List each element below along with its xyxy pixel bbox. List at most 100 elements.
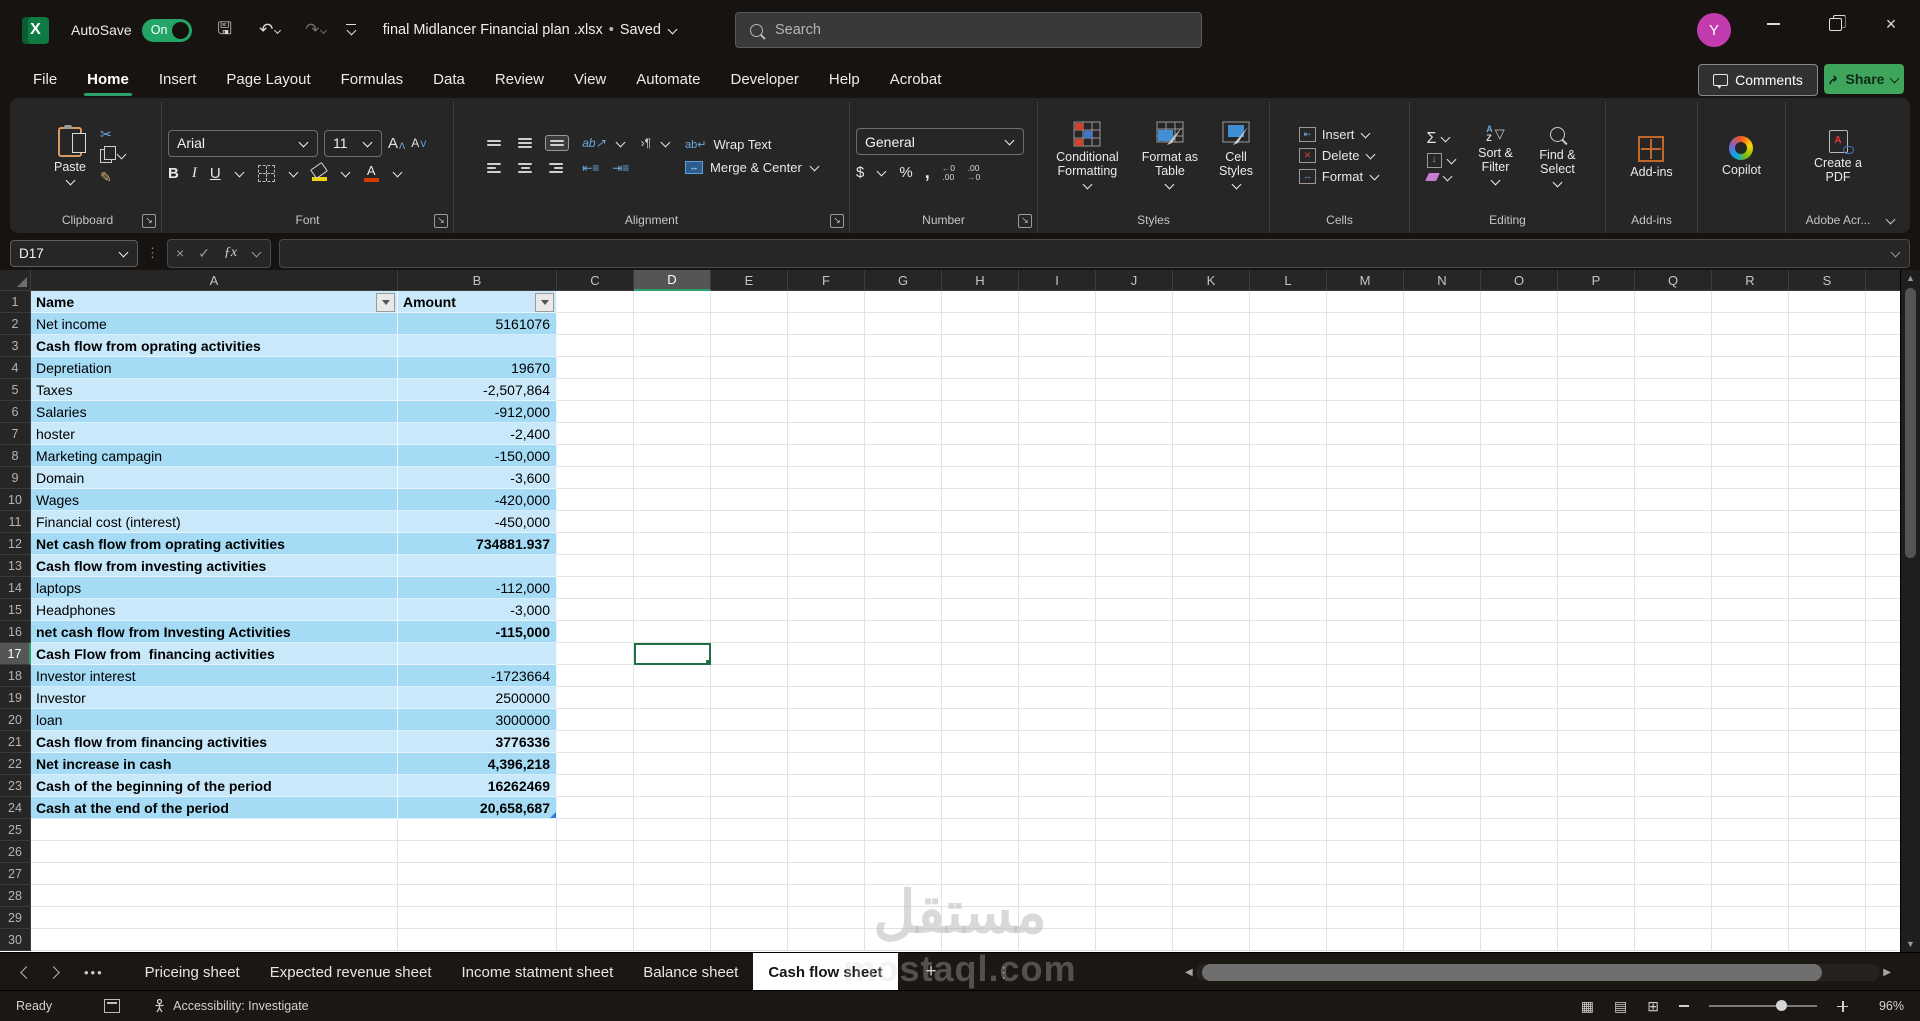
cell-D22[interactable] xyxy=(634,753,711,775)
fill-button[interactable]: ↓ xyxy=(1426,152,1457,168)
cell-L7[interactable] xyxy=(1250,423,1327,445)
row-header-10[interactable]: 10 xyxy=(0,489,31,511)
cell-J6[interactable] xyxy=(1096,401,1173,423)
cell-H11[interactable] xyxy=(942,511,1019,533)
cell-D6[interactable] xyxy=(634,401,711,423)
cell-N22[interactable] xyxy=(1404,753,1481,775)
cell-O10[interactable] xyxy=(1481,489,1558,511)
cell-R29[interactable] xyxy=(1712,907,1789,929)
cell-E24[interactable] xyxy=(711,797,788,819)
cell-D18[interactable] xyxy=(634,665,711,687)
cell-J14[interactable] xyxy=(1096,577,1173,599)
cell-H12[interactable] xyxy=(942,533,1019,555)
accessibility-status[interactable]: Accessibility: Investigate xyxy=(154,999,309,1013)
comments-button[interactable]: Comments xyxy=(1698,64,1818,96)
menu-tab-acrobat[interactable]: Acrobat xyxy=(875,60,957,98)
delete-cells-button[interactable]: ✕ Delete xyxy=(1298,148,1377,163)
cell-L15[interactable] xyxy=(1250,599,1327,621)
cell-P4[interactable] xyxy=(1558,357,1635,379)
cell-D20[interactable] xyxy=(634,709,711,731)
cell-M29[interactable] xyxy=(1327,907,1404,929)
cell-N17[interactable] xyxy=(1404,643,1481,665)
cell-I3[interactable] xyxy=(1019,335,1096,357)
autosum-button[interactable]: Σ xyxy=(1427,130,1452,148)
cell-A13[interactable]: Cash flow from investing activities xyxy=(31,555,398,577)
cell-G27[interactable] xyxy=(865,863,942,885)
cell-S30[interactable] xyxy=(1789,929,1866,951)
cell-M10[interactable] xyxy=(1327,489,1404,511)
cell-O27[interactable] xyxy=(1481,863,1558,885)
cell-P10[interactable] xyxy=(1558,489,1635,511)
cell-G17[interactable] xyxy=(865,643,942,665)
cell-partial-15[interactable] xyxy=(1866,599,1901,621)
cell-J10[interactable] xyxy=(1096,489,1173,511)
cell-partial-11[interactable] xyxy=(1866,511,1901,533)
cell-R2[interactable] xyxy=(1712,313,1789,335)
cell-partial-28[interactable] xyxy=(1866,885,1901,907)
cell-J13[interactable] xyxy=(1096,555,1173,577)
cell-E11[interactable] xyxy=(711,511,788,533)
cell-M11[interactable] xyxy=(1327,511,1404,533)
fill-color-button[interactable] xyxy=(310,161,329,181)
cell-L20[interactable] xyxy=(1250,709,1327,731)
cell-B15[interactable]: -3,000 xyxy=(398,599,557,621)
cell-A8[interactable]: Marketing campagin xyxy=(31,445,398,467)
cell-partial-14[interactable] xyxy=(1866,577,1901,599)
cell-G6[interactable] xyxy=(865,401,942,423)
cell-partial-30[interactable] xyxy=(1866,929,1901,951)
row-header-24[interactable]: 24 xyxy=(0,797,31,819)
column-header-partial[interactable] xyxy=(1866,270,1901,291)
row-header-23[interactable]: 23 xyxy=(0,775,31,797)
cell-N21[interactable] xyxy=(1404,731,1481,753)
cell-F29[interactable] xyxy=(788,907,865,929)
cell-partial-19[interactable] xyxy=(1866,687,1901,709)
cell-H24[interactable] xyxy=(942,797,1019,819)
cell-O1[interactable] xyxy=(1481,291,1558,313)
cell-A3[interactable]: Cash flow from oprating activities xyxy=(31,335,398,357)
cell-M27[interactable] xyxy=(1327,863,1404,885)
column-header-G[interactable]: G xyxy=(865,270,942,291)
cell-C4[interactable] xyxy=(557,357,634,379)
sheet-options-kebab-icon[interactable]: ⋮ xyxy=(997,964,1011,981)
cell-Q22[interactable] xyxy=(1635,753,1712,775)
cell-S18[interactable] xyxy=(1789,665,1866,687)
cell-G5[interactable] xyxy=(865,379,942,401)
cell-D26[interactable] xyxy=(634,841,711,863)
cell-S7[interactable] xyxy=(1789,423,1866,445)
align-center-button[interactable] xyxy=(514,159,536,177)
cell-J15[interactable] xyxy=(1096,599,1173,621)
row-header-27[interactable]: 27 xyxy=(0,863,31,885)
cell-B10[interactable]: -420,000 xyxy=(398,489,557,511)
increase-decimal-button[interactable]: ←0.00 xyxy=(942,163,955,182)
cell-J25[interactable] xyxy=(1096,819,1173,841)
cell-C26[interactable] xyxy=(557,841,634,863)
comma-style-button[interactable]: , xyxy=(925,162,930,183)
cell-I1[interactable] xyxy=(1019,291,1096,313)
cell-S2[interactable] xyxy=(1789,313,1866,335)
cell-G13[interactable] xyxy=(865,555,942,577)
cell-E16[interactable] xyxy=(711,621,788,643)
cell-M16[interactable] xyxy=(1327,621,1404,643)
cell-partial-26[interactable] xyxy=(1866,841,1901,863)
cell-L8[interactable] xyxy=(1250,445,1327,467)
cell-B13[interactable] xyxy=(398,555,557,577)
cell-S10[interactable] xyxy=(1789,489,1866,511)
cell-D2[interactable] xyxy=(634,313,711,335)
cell-G26[interactable] xyxy=(865,841,942,863)
cell-F19[interactable] xyxy=(788,687,865,709)
cell-S24[interactable] xyxy=(1789,797,1866,819)
cell-H1[interactable] xyxy=(942,291,1019,313)
cell-L2[interactable] xyxy=(1250,313,1327,335)
addins-button[interactable]: Add-ins xyxy=(1624,131,1678,181)
cell-B24[interactable]: 20,658,687 xyxy=(398,797,557,819)
cell-C23[interactable] xyxy=(557,775,634,797)
column-header-R[interactable]: R xyxy=(1712,270,1789,291)
cell-S8[interactable] xyxy=(1789,445,1866,467)
cell-R8[interactable] xyxy=(1712,445,1789,467)
row-header-25[interactable]: 25 xyxy=(0,819,31,841)
cell-P13[interactable] xyxy=(1558,555,1635,577)
cell-C12[interactable] xyxy=(557,533,634,555)
cell-J9[interactable] xyxy=(1096,467,1173,489)
cell-C21[interactable] xyxy=(557,731,634,753)
cell-I21[interactable] xyxy=(1019,731,1096,753)
